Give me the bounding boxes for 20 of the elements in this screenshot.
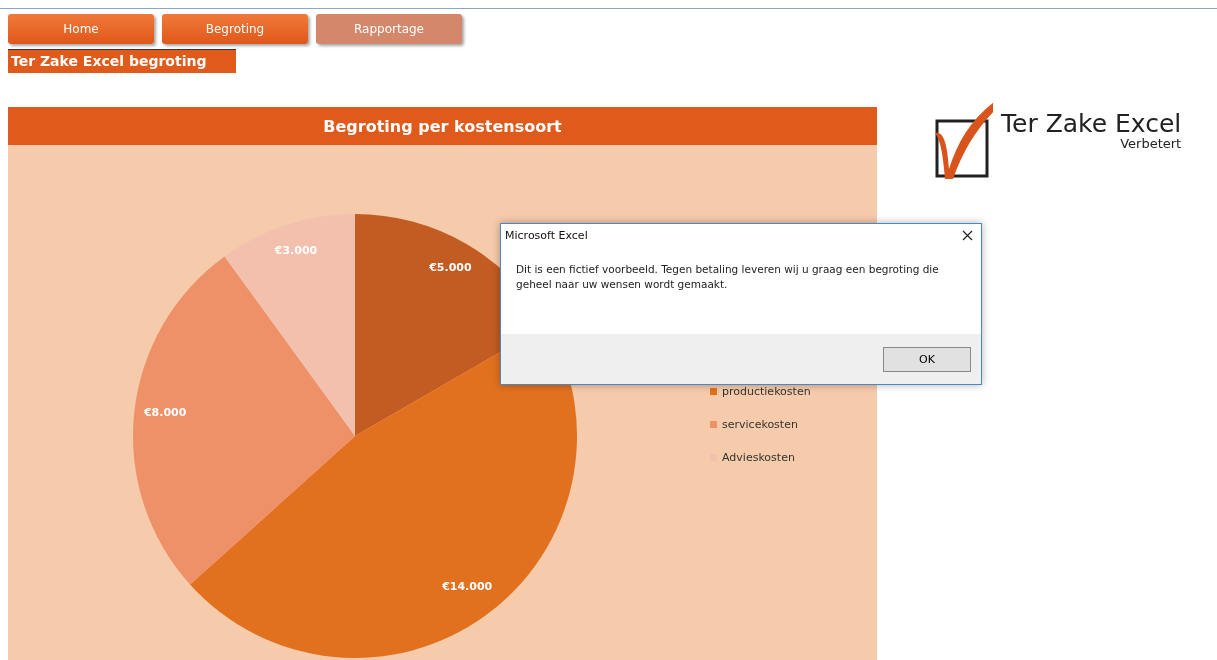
close-icon[interactable] — [962, 230, 973, 241]
sheet-title: Ter Zake Excel begroting — [8, 49, 236, 73]
dialog-title: Microsoft Excel — [505, 229, 588, 242]
logo-tagline: Verbetert — [1120, 136, 1182, 151]
data-label: €5.000 — [429, 260, 472, 274]
dialog-message: Dit is een fictief voorbeeld. Tegen betaling leveren wij u graag een begroting die geheel naar uw wensen wordt gemaakt. — [515, 262, 940, 292]
nav-button[interactable]: Rapportage — [316, 14, 462, 44]
nav-button[interactable]: Begroting — [162, 14, 308, 44]
legend-swatch — [710, 421, 717, 428]
legend-label: servicekosten — [722, 418, 798, 431]
data-label: €3.000 — [274, 244, 318, 258]
data-label: €14.000 — [442, 580, 493, 594]
ok-button[interactable]: OK — [883, 346, 971, 372]
chart-title: Begroting per kostensoort — [8, 107, 877, 145]
legend-swatch — [710, 388, 717, 395]
legend-label: productiekosten — [722, 385, 811, 398]
legend-label: Advieskosten — [722, 451, 795, 464]
nav-button[interactable]: Home — [8, 14, 154, 44]
data-label: €8.000 — [143, 406, 187, 420]
logo-name: Ter Zake Excel — [1001, 111, 1182, 136]
